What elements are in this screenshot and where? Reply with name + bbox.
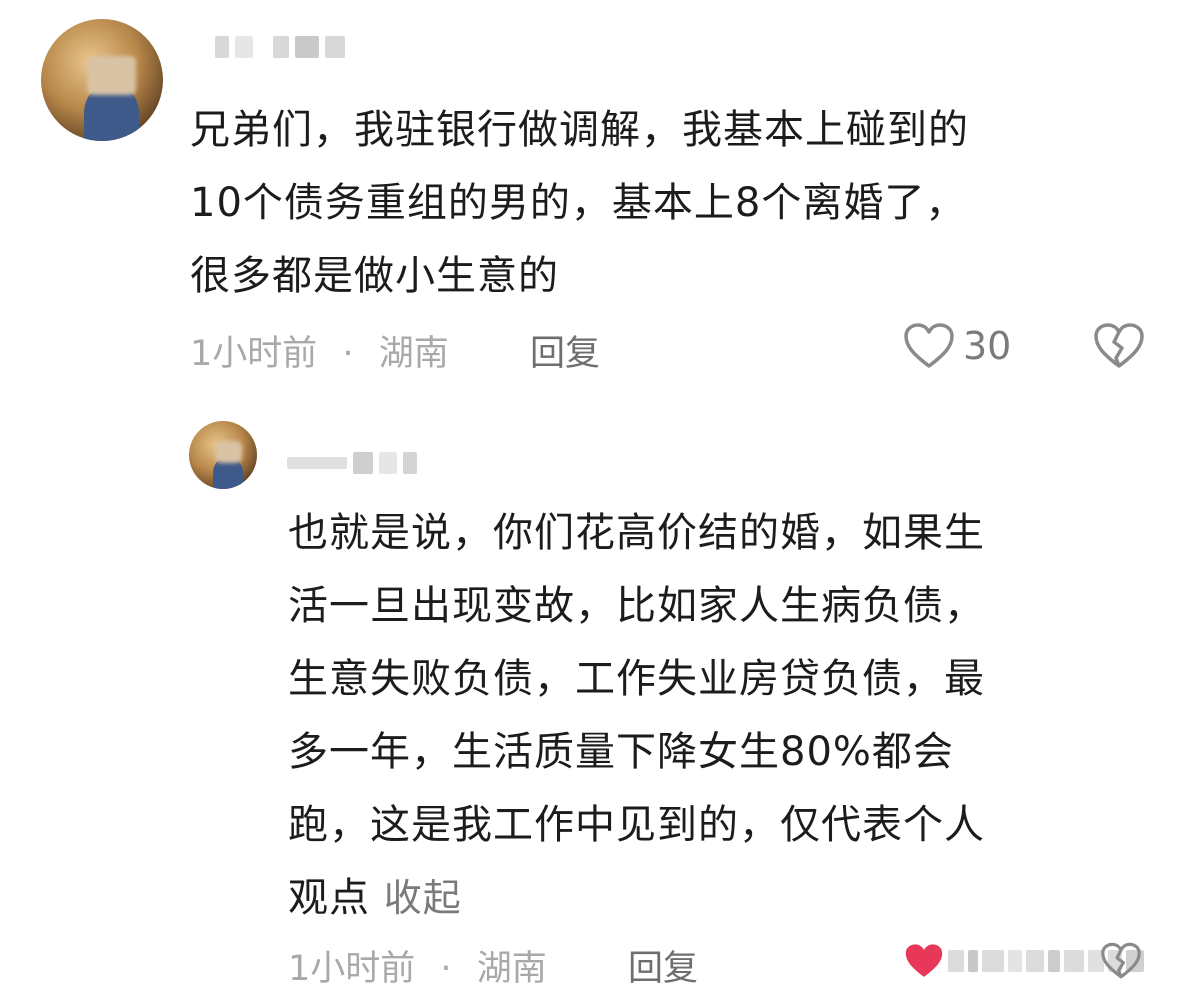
separator: · [440, 949, 452, 989]
comment-text: 兄弟们，我驻银行做调解，我基本上碰到的 10个债务重组的男的，基本上8个离婚了，… [190, 94, 1170, 313]
comment-line-last: 观点 收起 [288, 862, 1178, 935]
comment-line: 活一旦出现变故，比如家人生病负债， [288, 583, 985, 629]
comment-line: 10个债务重组的男的，基本上8个离婚了， [190, 180, 967, 226]
comment-line: 跑，这是我工作中见到的，仅代表个人 [288, 802, 985, 848]
comment-line: 多一年，生活质量下降女生80%都会 [288, 729, 954, 775]
username-redacted[interactable] [287, 452, 417, 474]
comment-line: 也就是说，你们花高价结的婚，如果生 [288, 510, 985, 556]
location: 湖南 [378, 334, 449, 374]
comment-line: 很多都是做小生意的 [190, 253, 559, 299]
timestamp: 1小时前 [190, 334, 318, 374]
reply-button[interactable]: 回复 [530, 325, 600, 376]
like-count: 30 [963, 324, 1012, 368]
timestamp: 1小时前 [288, 949, 416, 989]
comment-line: 生意失败负债，工作失业房贷负债，最 [288, 656, 985, 702]
comment-text: 也就是说，你们花高价结的婚，如果生 活一旦出现变故，比如家人生病负债， 生意失败… [288, 497, 1178, 935]
username-redacted[interactable] [215, 36, 345, 58]
like-button[interactable]: 30 [903, 322, 1011, 370]
comment-line: 观点 [288, 875, 370, 921]
broken-heart-icon[interactable] [1100, 942, 1142, 980]
heart-filled-icon[interactable] [903, 942, 945, 980]
comment-meta: 1小时前 · 湖南 [288, 940, 547, 991]
reply-button[interactable]: 回复 [628, 940, 698, 991]
comment-meta: 1小时前 · 湖南 [190, 325, 449, 376]
separator: · [342, 334, 354, 374]
broken-heart-icon[interactable] [1093, 322, 1145, 370]
heart-outline-icon [904, 323, 954, 368]
collapse-button[interactable]: 收起 [384, 876, 462, 920]
location: 湖南 [476, 949, 547, 989]
avatar[interactable] [189, 421, 257, 489]
avatar[interactable] [41, 19, 163, 141]
comment-line: 兄弟们，我驻银行做调解，我基本上碰到的 [190, 107, 969, 153]
